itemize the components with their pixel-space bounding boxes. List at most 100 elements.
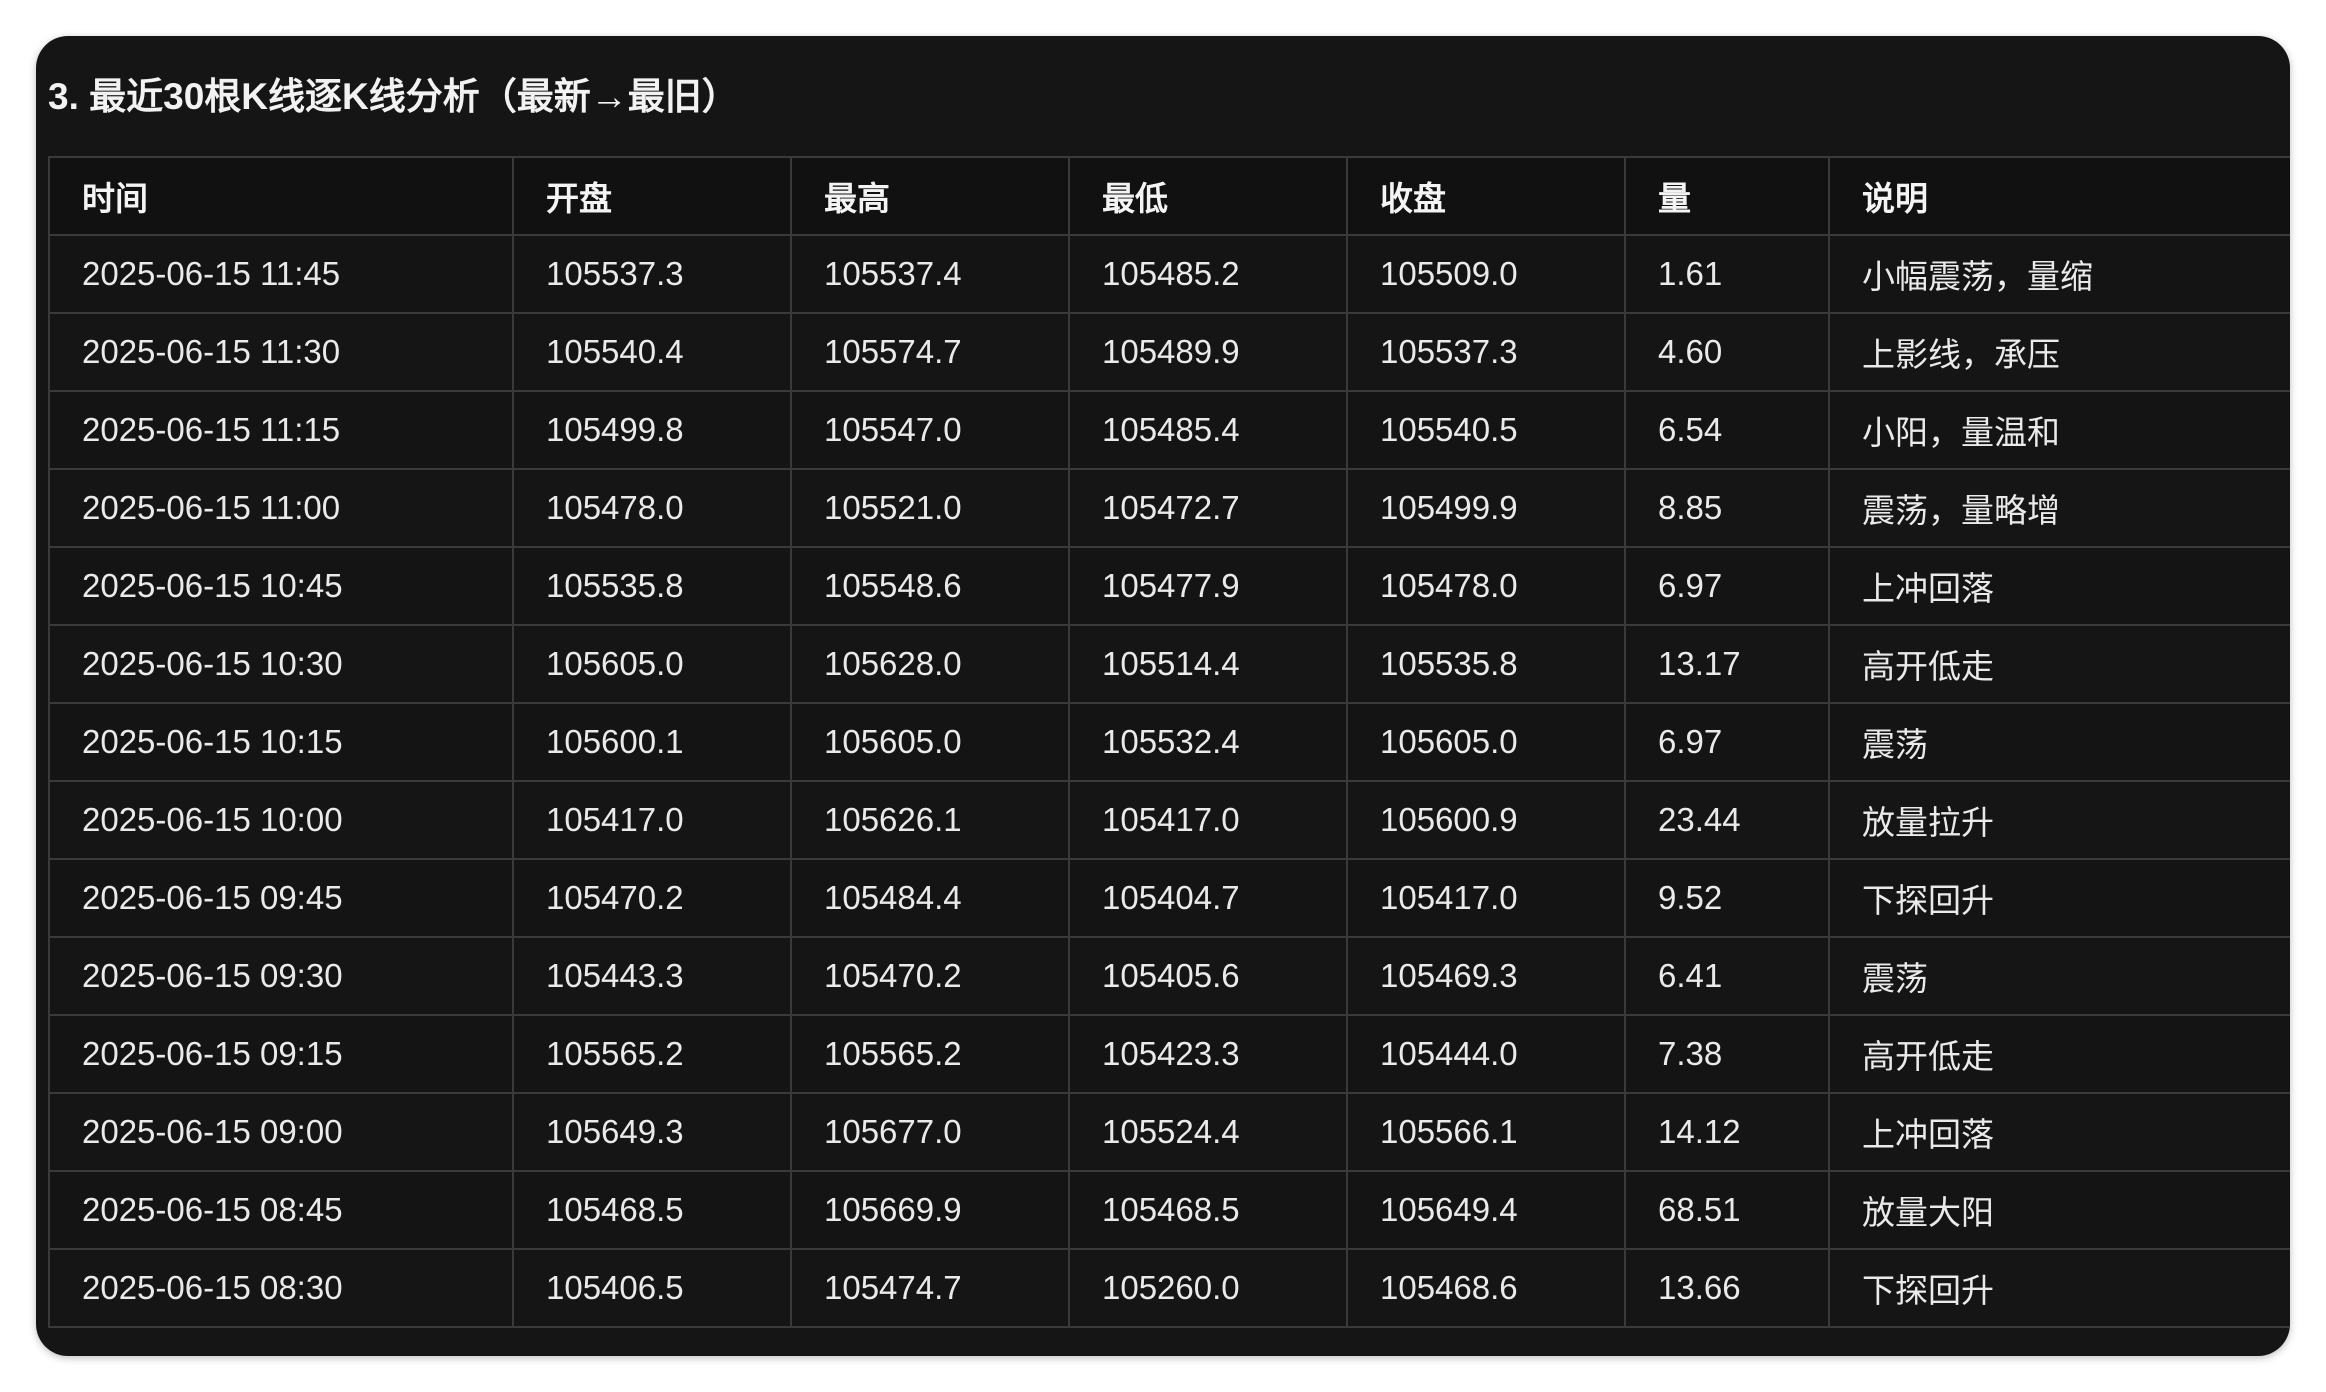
close-cell: 105605.0 (1346, 702, 1626, 782)
open-cell: 105540.4 (512, 312, 792, 392)
high-cell: 105605.0 (790, 702, 1070, 782)
volume-cell: 23.44 (1624, 780, 1830, 860)
high-cell: 105470.2 (790, 936, 1070, 1016)
note-cell: 上冲回落 (1828, 1092, 2290, 1172)
high-cell: 105626.1 (790, 780, 1070, 860)
table-row: 2025-06-15 11:45 105537.3 105537.4 105485.2… (48, 234, 2290, 314)
volume-cell: 1.61 (1624, 234, 1830, 314)
time-cell: 2025-06-15 09:15 (48, 1014, 514, 1094)
low-cell: 105524.4 (1068, 1092, 1348, 1172)
table-header-row: 时间 开盘 最高 最低 收盘 量 说明 (48, 156, 2290, 236)
low-cell: 105514.4 (1068, 624, 1348, 704)
volume-cell: 13.17 (1624, 624, 1830, 704)
low-cell: 105423.3 (1068, 1014, 1348, 1094)
time-cell: 2025-06-15 09:45 (48, 858, 514, 938)
close-cell: 105535.8 (1346, 624, 1626, 704)
note-cell: 震荡，量略增 (1828, 468, 2290, 548)
note-cell: 下探回升 (1828, 858, 2290, 938)
low-cell: 105472.7 (1068, 468, 1348, 548)
note-cell: 高开低走 (1828, 1014, 2290, 1094)
volume-cell: 8.85 (1624, 468, 1830, 548)
open-cell: 105649.3 (512, 1092, 792, 1172)
close-cell: 105444.0 (1346, 1014, 1626, 1094)
note-cell: 震荡 (1828, 936, 2290, 1016)
section-title: 3. 最近30根K线逐K线分析（最新→最旧） (48, 76, 739, 117)
column-header-high: 最高 (790, 156, 1070, 236)
table-row: 2025-06-15 10:30 105605.0 105628.0 105514.4… (48, 624, 2290, 704)
table-scroll-area[interactable]: 时间 开盘 最高 最低 收盘 量 说明 2025-06-15 11:45 1055… (48, 156, 2290, 1336)
close-cell: 105566.1 (1346, 1092, 1626, 1172)
low-cell: 105485.4 (1068, 390, 1348, 470)
note-cell: 上影线，承压 (1828, 312, 2290, 392)
open-cell: 105478.0 (512, 468, 792, 548)
time-cell: 2025-06-15 11:30 (48, 312, 514, 392)
close-cell: 105600.9 (1346, 780, 1626, 860)
table-row: 2025-06-15 08:45 105468.5 105669.9 105468.5… (48, 1170, 2290, 1250)
low-cell: 105260.0 (1068, 1248, 1348, 1328)
close-cell: 105468.6 (1346, 1248, 1626, 1328)
volume-cell: 6.97 (1624, 702, 1830, 782)
high-cell: 105484.4 (790, 858, 1070, 938)
table-row: 2025-06-15 09:45 105470.2 105484.4 105404.7… (48, 858, 2290, 938)
time-cell: 2025-06-15 11:15 (48, 390, 514, 470)
note-cell: 放量大阳 (1828, 1170, 2290, 1250)
time-cell: 2025-06-15 11:00 (48, 468, 514, 548)
note-cell: 上冲回落 (1828, 546, 2290, 626)
table-row: 2025-06-15 10:45 105535.8 105548.6 105477.9… (48, 546, 2290, 626)
time-cell: 2025-06-15 10:30 (48, 624, 514, 704)
high-cell: 105548.6 (790, 546, 1070, 626)
close-cell: 105478.0 (1346, 546, 1626, 626)
low-cell: 105404.7 (1068, 858, 1348, 938)
high-cell: 105537.4 (790, 234, 1070, 314)
close-cell: 105417.0 (1346, 858, 1626, 938)
high-cell: 105669.9 (790, 1170, 1070, 1250)
volume-cell: 6.54 (1624, 390, 1830, 470)
column-header-volume: 量 (1624, 156, 1830, 236)
note-cell: 下探回升 (1828, 1248, 2290, 1328)
high-cell: 105474.7 (790, 1248, 1070, 1328)
close-cell: 105540.5 (1346, 390, 1626, 470)
low-cell: 105468.5 (1068, 1170, 1348, 1250)
volume-cell: 68.51 (1624, 1170, 1830, 1250)
close-cell: 105509.0 (1346, 234, 1626, 314)
table-row: 2025-06-15 11:30 105540.4 105574.7 105489.9… (48, 312, 2290, 392)
time-cell: 2025-06-15 10:00 (48, 780, 514, 860)
volume-cell: 9.52 (1624, 858, 1830, 938)
open-cell: 105443.3 (512, 936, 792, 1016)
close-cell: 105469.3 (1346, 936, 1626, 1016)
table-row: 2025-06-15 09:00 105649.3 105677.0 105524.4… (48, 1092, 2290, 1172)
close-cell: 105649.4 (1346, 1170, 1626, 1250)
note-cell: 高开低走 (1828, 624, 2290, 704)
note-cell: 小幅震荡，量缩 (1828, 234, 2290, 314)
time-cell: 2025-06-15 10:45 (48, 546, 514, 626)
open-cell: 105535.8 (512, 546, 792, 626)
low-cell: 105485.2 (1068, 234, 1348, 314)
note-cell: 震荡 (1828, 702, 2290, 782)
open-cell: 105605.0 (512, 624, 792, 704)
open-cell: 105537.3 (512, 234, 792, 314)
low-cell: 105532.4 (1068, 702, 1348, 782)
volume-cell: 7.38 (1624, 1014, 1830, 1094)
time-cell: 2025-06-15 09:30 (48, 936, 514, 1016)
volume-cell: 14.12 (1624, 1092, 1830, 1172)
open-cell: 105417.0 (512, 780, 792, 860)
table-row: 2025-06-15 09:15 105565.2 105565.2 105423.3… (48, 1014, 2290, 1094)
note-cell: 小阳，量温和 (1828, 390, 2290, 470)
table-row: 2025-06-15 11:15 105499.8 105547.0 105485.4… (48, 390, 2290, 470)
table-row: 2025-06-15 08:30 105406.5 105474.7 105260.0… (48, 1248, 2290, 1328)
column-header-time: 时间 (48, 156, 514, 236)
close-cell: 105537.3 (1346, 312, 1626, 392)
column-header-note: 说明 (1828, 156, 2290, 236)
high-cell: 105521.0 (790, 468, 1070, 548)
table-row: 2025-06-15 10:15 105600.1 105605.0 105532.4… (48, 702, 2290, 782)
close-cell: 105499.9 (1346, 468, 1626, 548)
table-row: 2025-06-15 09:30 105443.3 105470.2 105405.6… (48, 936, 2290, 1016)
time-cell: 2025-06-15 11:45 (48, 234, 514, 314)
time-cell: 2025-06-15 09:00 (48, 1092, 514, 1172)
open-cell: 105470.2 (512, 858, 792, 938)
high-cell: 105565.2 (790, 1014, 1070, 1094)
open-cell: 105565.2 (512, 1014, 792, 1094)
high-cell: 105628.0 (790, 624, 1070, 704)
open-cell: 105499.8 (512, 390, 792, 470)
volume-cell: 4.60 (1624, 312, 1830, 392)
